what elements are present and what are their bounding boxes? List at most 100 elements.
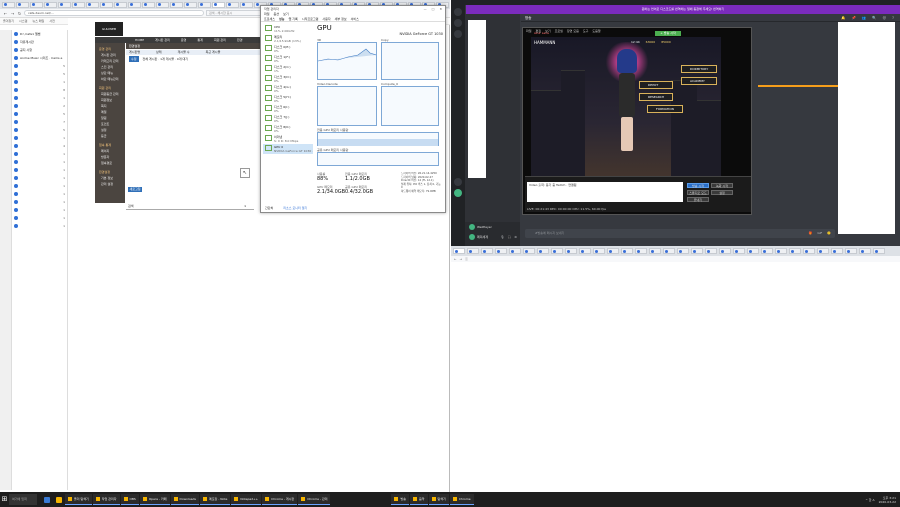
obs-menu-item[interactable]: 장면 모음: [567, 28, 579, 34]
tm-tab[interactable]: 시작프로그램: [302, 17, 319, 21]
headset-icon[interactable]: 🎧: [508, 235, 512, 239]
tm-perf-item[interactable]: 디스크 6(I:) 0%: [263, 104, 313, 114]
browser-tab[interactable]: [593, 248, 605, 254]
maximize-icon[interactable]: □: [432, 6, 435, 12]
browser-tab[interactable]: [509, 248, 521, 254]
server-icon[interactable]: [454, 19, 462, 27]
task-view-icon[interactable]: [44, 496, 50, 503]
close-icon[interactable]: ✕: [439, 6, 442, 12]
windows-start-icon[interactable]: ⊞: [0, 492, 9, 507]
browser-tab[interactable]: [537, 248, 549, 254]
grid-column-header[interactable]: 게시물 수: [178, 50, 190, 55]
header-icon[interactable]: 🔍: [872, 14, 876, 21]
browser-tab[interactable]: [691, 248, 703, 254]
browser-tab[interactable]: [142, 1, 155, 8]
obs-menu-item[interactable]: 도구: [583, 28, 589, 34]
nav-item[interactable]: 회원 관리: [214, 38, 226, 42]
browser-tab[interactable]: [649, 248, 661, 254]
tm-perf-item[interactable]: 디스크 8(K:) 0%: [263, 124, 313, 134]
nav-item[interactable]: HOME: [135, 38, 144, 42]
taskbar-app[interactable]: 탐색기: [428, 494, 449, 505]
tm-perf-item[interactable]: 메모리 2.1/15.9GB (13%): [263, 34, 313, 44]
browser-tab[interactable]: [789, 248, 801, 254]
hud-research-button[interactable]: RESEARCH: [639, 93, 673, 101]
tm-perf-item[interactable]: 디스크 7(J:) 0%: [263, 114, 313, 124]
bookmark-item[interactable]: 사전: [49, 19, 55, 23]
browser-tab[interactable]: [677, 248, 689, 254]
tray-icons[interactable]: ^ 한 A: [865, 498, 874, 502]
forward-icon[interactable]: →: [460, 256, 463, 262]
grid-column-header[interactable]: 최근 게시물: [206, 50, 221, 55]
browser-tab[interactable]: [621, 248, 633, 254]
taskbar-app[interactable]: Chrome - 게시판: [262, 494, 298, 505]
tree-row[interactable]: D:\ Cafe1 앨범: [12, 30, 67, 38]
input-icon[interactable]: 🎁: [809, 229, 813, 238]
search-box[interactable]: 검색 - 채시한 표시: [206, 10, 266, 16]
tm-perf-item[interactable]: GPU 0NVIDIA GeForce GT 1030 · 88%: [263, 144, 313, 154]
tree-row[interactable]: 공지 사항: [12, 46, 67, 54]
input-icon[interactable]: 🙂: [827, 229, 831, 238]
input-icon[interactable]: GIF: [817, 229, 822, 238]
obs-menu-item[interactable]: 도움말: [592, 28, 600, 34]
tm-perf-item[interactable]: 이더넷 S: 0 R: 8.0 Mbps: [263, 134, 313, 144]
tm-tab[interactable]: 앱 기록: [289, 17, 298, 21]
hud-dormitory-button[interactable]: DORMITORY: [681, 65, 717, 73]
obs-menu-item[interactable]: 파일: [526, 28, 532, 34]
grid-column-header[interactable]: 게시판명: [129, 50, 140, 55]
browser-tab[interactable]: [44, 1, 57, 8]
tm-perf-item[interactable]: CPU 11% 2.00GHz: [263, 24, 313, 34]
edit-button[interactable]: 수정: [129, 56, 139, 62]
back-icon[interactable]: ←: [454, 256, 457, 262]
browser-tab[interactable]: [128, 1, 141, 8]
bookmark-item[interactable]: 즐겨찾기: [3, 19, 14, 23]
browser-tab[interactable]: [565, 248, 577, 254]
browser-tab[interactable]: [803, 248, 815, 254]
fewer-details-button[interactable]: 간단히: [265, 205, 273, 211]
tm-perf-item[interactable]: 디스크 2(C:) 1%: [263, 64, 313, 74]
tree-row[interactable]: 5: [12, 70, 67, 78]
page-number[interactable]: 1: [244, 203, 246, 210]
taskbar-app[interactable]: Chrome - 관리: [298, 494, 331, 505]
tree-row[interactable]: 1: [12, 174, 67, 182]
browser-tab[interactable]: [873, 248, 885, 254]
tm-tab[interactable]: 서비스: [351, 17, 359, 21]
settings-gear-icon[interactable]: ⚙: [514, 235, 517, 239]
browser-tab[interactable]: [495, 248, 507, 254]
browser-tab[interactable]: [775, 248, 787, 254]
tree-row[interactable]: 자유게시판: [12, 38, 67, 46]
browser-tab[interactable]: [240, 1, 253, 8]
tree-row[interactable]: 4: [12, 142, 67, 150]
file-explorer-icon[interactable]: [56, 496, 62, 503]
tree-row[interactable]: 1: [12, 94, 67, 102]
refresh-button[interactable]: 새로고침: [128, 187, 142, 192]
tree-row[interactable]: 1: [12, 182, 67, 190]
site-logo[interactable]: GULIWEB: [95, 22, 123, 36]
tree-row[interactable]: 1: [12, 190, 67, 198]
browser-tab[interactable]: [817, 248, 829, 254]
obs-menu-item[interactable]: 프로필: [555, 28, 563, 34]
browser-tab[interactable]: [72, 1, 85, 8]
hud-formation-button[interactable]: FORMATION: [647, 105, 683, 113]
tm-tab[interactable]: 사용자: [322, 17, 330, 21]
user-row[interactable]: 페피세계 🎙 🎧 ⚙: [465, 232, 520, 242]
browser-tab[interactable]: [212, 1, 225, 8]
tm-perf-item[interactable]: 디스크 1(F:) 0%: [263, 54, 313, 64]
browser-tab[interactable]: [733, 248, 745, 254]
tree-row[interactable]: 1: [12, 222, 67, 230]
hud-depot-button[interactable]: DEPOT: [639, 81, 673, 89]
nav-item[interactable]: 운영: [181, 38, 187, 42]
browser-tab[interactable]: [16, 1, 29, 8]
tm-perf-item[interactable]: 디스크 3(D:) 0%: [263, 74, 313, 84]
browser-tab[interactable]: [467, 248, 479, 254]
taskbar-app[interactable]: 음악: [410, 494, 428, 505]
tree-row[interactable]: 5: [12, 126, 67, 134]
tree-row[interactable]: Anime Music 시리즈 · Cams e: [12, 54, 67, 62]
taskbar-app[interactable]: Chrome: [449, 494, 474, 505]
header-icon[interactable]: @: [883, 14, 887, 21]
browser-tab[interactable]: [30, 1, 43, 8]
browser-tab[interactable]: [831, 248, 843, 254]
tm-perf-item[interactable]: 디스크 0(E:) 0%: [263, 44, 313, 54]
taskbar-app[interactable]: 작업 관리자: [92, 494, 120, 505]
obs-text-panel[interactable]: Video 출력: 동기 중 Twitch · 연결됨: [527, 182, 683, 202]
taskbar-app[interactable]: Downloads: [170, 494, 199, 505]
